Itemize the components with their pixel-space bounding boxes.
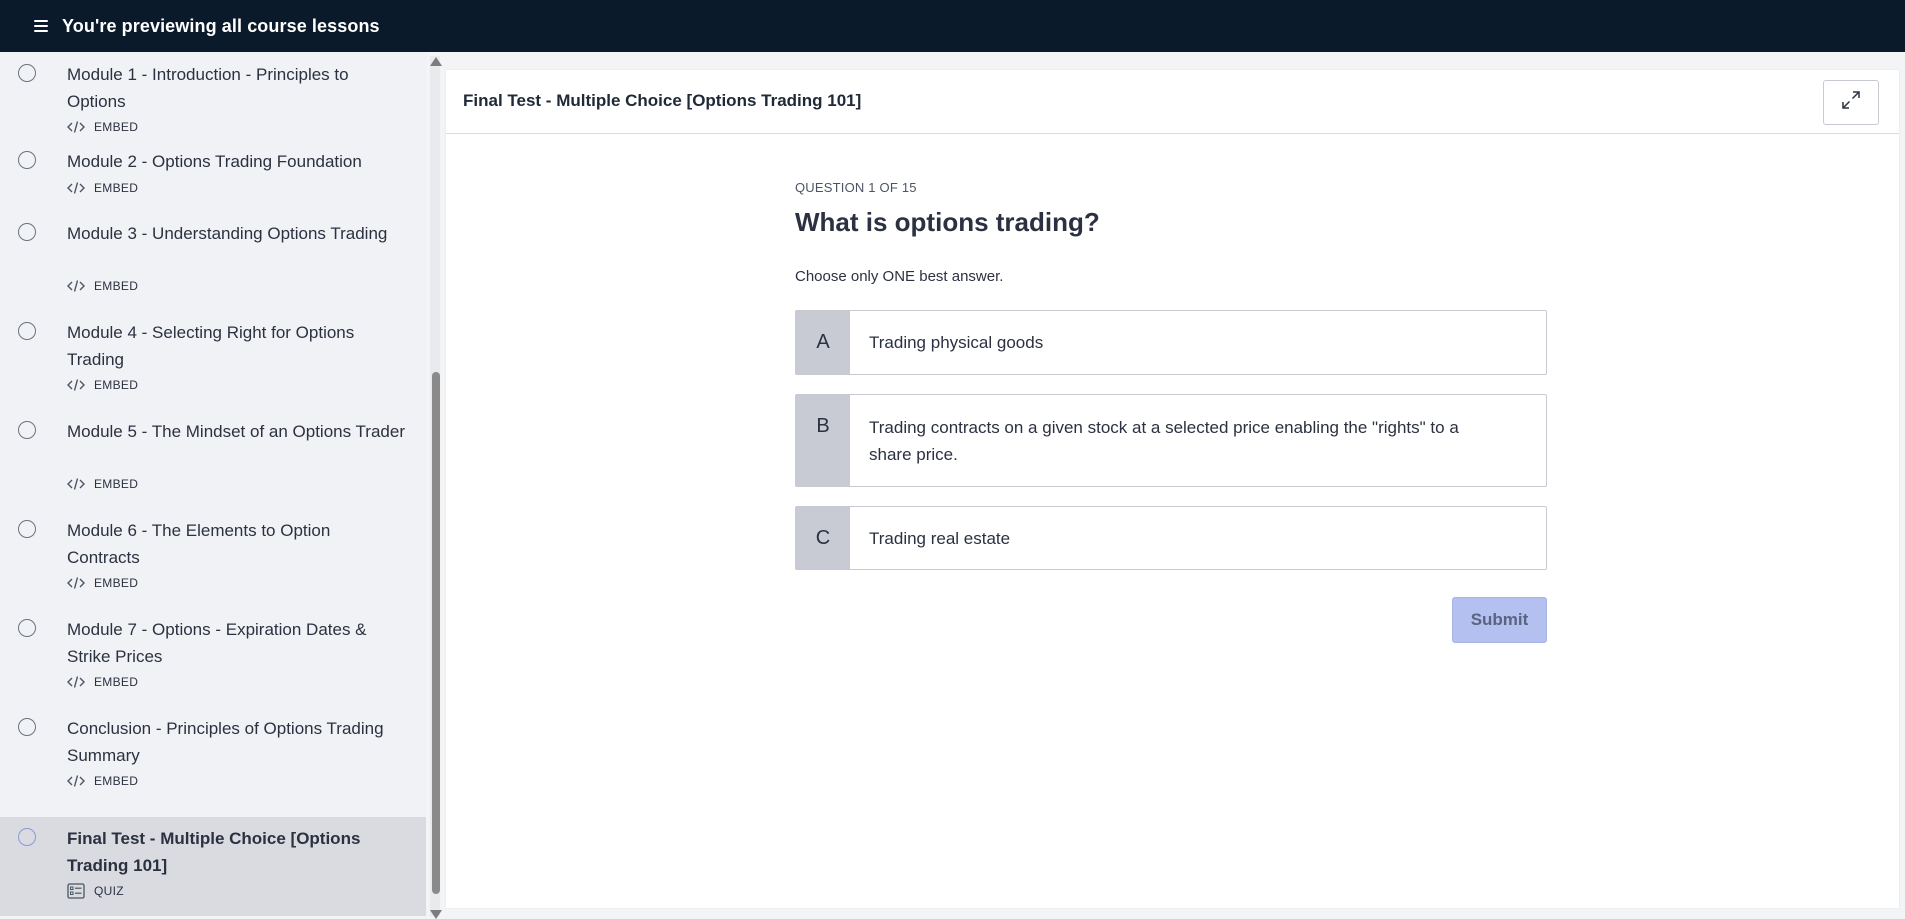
lesson-status-circle-icon	[18, 828, 36, 846]
option-letter: B	[796, 395, 850, 486]
submit-button[interactable]: Submit	[1452, 597, 1547, 643]
lesson-item-conclusion[interactable]: Conclusion - Principles of Options Tradi…	[0, 707, 426, 806]
lesson-type: EMBED	[67, 120, 138, 134]
lesson-item-module-2[interactable]: Module 2 - Options Trading Foundation EM…	[0, 140, 426, 212]
lesson-title: Module 3 - Understanding Options Trading	[67, 224, 388, 243]
question-counter: QUESTION 1 OF 15	[795, 180, 917, 195]
lesson-type: EMBED	[67, 378, 138, 392]
lesson-title: Module 6 - The Elements to Option Contra…	[67, 521, 331, 567]
embed-code-icon	[67, 576, 85, 590]
sidebar-scrollbar-thumb[interactable]	[432, 372, 440, 894]
lesson-title: Module 2 - Options Trading Foundation	[67, 152, 362, 171]
answer-option-c[interactable]: C Trading real estate	[795, 506, 1547, 570]
lesson-type: EMBED	[67, 675, 138, 689]
question-instruction: Choose only ONE best answer.	[795, 268, 1004, 285]
lesson-type: EMBED	[67, 576, 138, 590]
lesson-type: EMBED	[67, 181, 138, 195]
question-text: What is options trading?	[795, 207, 1100, 237]
lesson-title: Module 1 - Introduction - Principles to …	[67, 65, 349, 111]
lesson-item-module-7[interactable]: Module 7 - Options - Expiration Dates & …	[0, 608, 426, 707]
lesson-item-module-5[interactable]: Module 5 - The Mindset of an Options Tra…	[0, 410, 426, 509]
lesson-type-label: EMBED	[94, 675, 139, 689]
lesson-status-circle-icon	[18, 151, 36, 169]
lesson-item-module-3[interactable]: Module 3 - Understanding Options Trading…	[0, 212, 426, 311]
lesson-type-label: EMBED	[94, 120, 139, 134]
lesson-title: Conclusion - Principles of Options Tradi…	[67, 719, 384, 765]
lesson-status-circle-icon	[18, 223, 36, 241]
content-header: Final Test - Multiple Choice [Options Tr…	[446, 70, 1899, 134]
lesson-content-panel: Final Test - Multiple Choice [Options Tr…	[446, 70, 1899, 908]
lesson-type-label: EMBED	[94, 181, 139, 195]
option-letter: C	[796, 507, 850, 569]
option-text: Trading contracts on a given stock at a …	[869, 417, 1459, 464]
scroll-down-arrow-icon[interactable]	[430, 910, 442, 919]
hamburger-menu-icon[interactable]	[34, 20, 48, 32]
option-text: Trading physical goods	[869, 333, 1044, 352]
embed-code-icon	[67, 675, 85, 689]
expand-icon	[1841, 90, 1861, 115]
scroll-up-arrow-icon[interactable]	[430, 57, 442, 66]
lesson-type-label: EMBED	[94, 378, 139, 392]
embed-code-icon	[67, 181, 85, 195]
lesson-item-final-test[interactable]: Final Test - Multiple Choice [Options Tr…	[0, 817, 426, 916]
lesson-type: EMBED	[67, 477, 138, 491]
content-title: Final Test - Multiple Choice [Options Tr…	[463, 91, 862, 110]
lesson-type: QUIZ	[67, 883, 124, 899]
lesson-title: Module 4 - Selecting Right for Options T…	[67, 323, 355, 369]
embed-code-icon	[67, 279, 85, 293]
option-text: Trading real estate	[869, 528, 1011, 548]
lesson-status-circle-icon	[18, 718, 36, 736]
fullscreen-button[interactable]	[1823, 80, 1879, 125]
lesson-title: Module 5 - The Mindset of an Options Tra…	[67, 422, 405, 441]
lesson-status-circle-icon	[18, 421, 36, 439]
lesson-status-circle-icon	[18, 64, 36, 82]
lesson-item-module-6[interactable]: Module 6 - The Elements to Option Contra…	[0, 509, 426, 608]
option-letter: A	[796, 311, 850, 374]
answer-option-b[interactable]: B Trading contracts on a given stock at …	[795, 394, 1547, 487]
quiz-list-icon	[67, 883, 85, 899]
lesson-item-module-1[interactable]: Module 1 - Introduction - Principles to …	[0, 52, 426, 140]
lesson-type-label: EMBED	[94, 279, 139, 293]
lesson-type: EMBED	[67, 774, 138, 788]
embed-code-icon	[67, 120, 85, 134]
lesson-type-label: EMBED	[94, 774, 139, 788]
quiz-area: QUESTION 1 OF 15 What is options trading…	[795, 180, 1547, 285]
lesson-type: EMBED	[67, 279, 138, 293]
lesson-title: Final Test - Multiple Choice [Options Tr…	[67, 829, 361, 875]
lesson-status-circle-icon	[18, 322, 36, 340]
answer-option-a[interactable]: A Trading physical goods	[795, 310, 1547, 375]
embed-code-icon	[67, 477, 85, 491]
lesson-status-circle-icon	[18, 520, 36, 538]
lesson-item-module-4[interactable]: Module 4 - Selecting Right for Options T…	[0, 311, 426, 410]
top-bar: You're previewing all course lessons	[0, 0, 1905, 52]
preview-banner-title: You're previewing all course lessons	[62, 15, 380, 36]
lesson-sidebar: Module 1 - Introduction - Principles to …	[0, 52, 426, 916]
lesson-type-label: QUIZ	[94, 884, 124, 898]
lesson-type-label: EMBED	[94, 477, 139, 491]
embed-code-icon	[67, 774, 85, 788]
lesson-status-circle-icon	[18, 619, 36, 637]
lesson-type-label: EMBED	[94, 576, 139, 590]
lesson-title: Module 7 - Options - Expiration Dates & …	[67, 620, 367, 666]
embed-code-icon	[67, 378, 85, 392]
